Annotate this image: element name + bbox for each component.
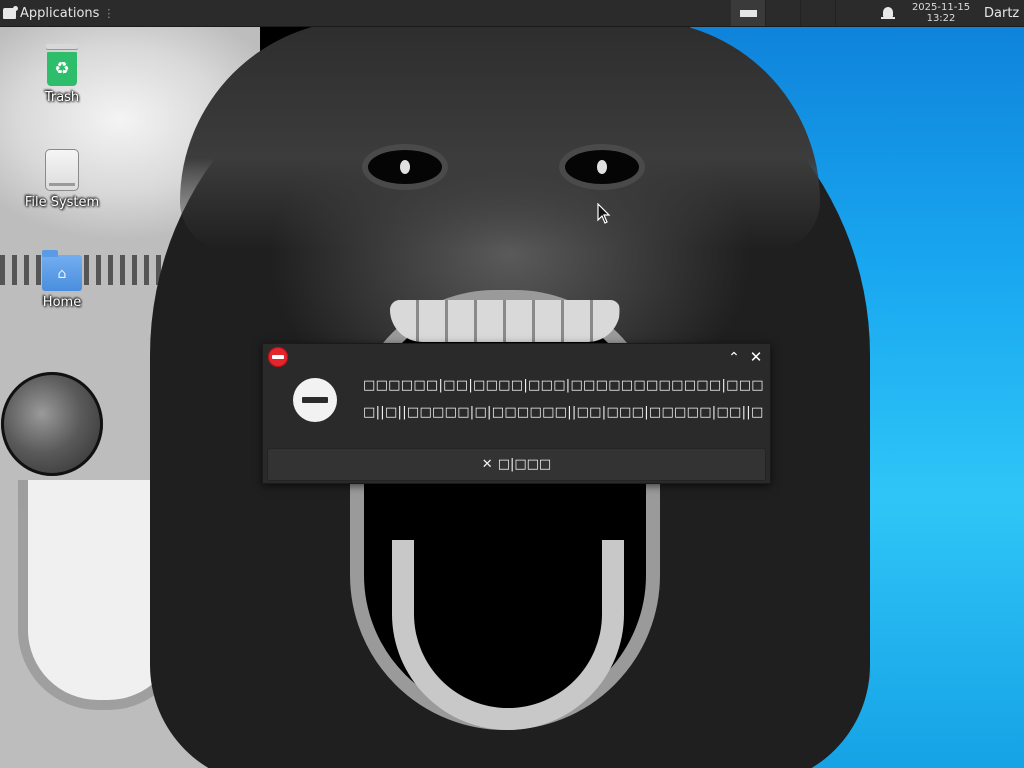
bell-icon [881, 7, 895, 19]
desktop-icon-label: Home [42, 295, 82, 310]
workspace-slot-1[interactable] [765, 0, 800, 26]
drive-icon [45, 149, 79, 191]
wallpaper-hair [180, 20, 820, 250]
error-circle-icon [293, 378, 337, 422]
trash-icon: ♻ [45, 44, 79, 86]
wallpaper-eye-right [565, 150, 639, 184]
applications-menu-button[interactable]: Applications ⋮ [0, 0, 118, 26]
dialog-message-line-1: □□□□□□|□□|□□□□|□□□|□□□□□□□□□□□□|□□□□ [363, 378, 763, 393]
applications-icon [3, 5, 18, 19]
close-icon: ✕ [481, 457, 493, 472]
panel-clock[interactable]: 2025-11-15 13:22 [906, 2, 976, 24]
dialog-message-line-2: □||□||□□□□□|□|□□□□□□||□□|□□□|□□□□□|□□||□… [363, 405, 763, 420]
taskbar-window-button[interactable] [731, 0, 765, 26]
dialog-titlebar[interactable]: ⌃ ✕ [263, 344, 770, 370]
desktop-icon-home[interactable]: ⌂ Home [0, 250, 124, 310]
home-folder-icon: ⌂ [42, 250, 82, 291]
window-minimized-icon [739, 9, 757, 17]
desktop-icon-label: File System [24, 195, 100, 210]
notifications-button[interactable] [870, 0, 906, 26]
dialog-close-button-label: □|□□□ [497, 457, 552, 472]
dialog-close-icon[interactable]: ✕ [747, 348, 765, 366]
workspace-slot-3[interactable] [835, 0, 870, 26]
workspace-slot-2[interactable] [800, 0, 835, 26]
clock-date: 2025-11-15 [911, 2, 971, 13]
top-panel: Applications ⋮ 2025-11-15 13:22 Dartz [0, 0, 1024, 27]
wallpaper-teeth-top [390, 300, 620, 342]
clock-time: 13:22 [926, 13, 956, 24]
applications-label: Applications [20, 5, 100, 21]
dialog-maximize-button[interactable]: ⌃ [726, 349, 742, 366]
desktop-icon-label: Trash [44, 90, 80, 105]
desktop-icon-trash[interactable]: ♻ Trash [0, 44, 124, 105]
desktop-icon-file-system[interactable]: File System [0, 149, 124, 210]
error-dialog: ⌃ ✕ □□□□□□|□□|□□□□|□□□|□□□□□□□□□□□□|□□□□… [262, 343, 771, 484]
error-icon [268, 347, 288, 367]
wallpaper-globe [1, 372, 103, 476]
wallpaper-eye-left [368, 150, 442, 184]
user-menu-button[interactable]: Dartz [982, 6, 1024, 21]
desktop: Applications ⋮ 2025-11-15 13:22 Dartz ♻ … [0, 0, 1024, 768]
dialog-close-button[interactable]: ✕ □|□□□ [267, 448, 766, 481]
panel-separator-handle[interactable]: ⋮ [103, 7, 114, 20]
dialog-message: □□□□□□|□□|□□□□|□□□|□□□□□□□□□□□□|□□□□ □||… [363, 372, 763, 426]
